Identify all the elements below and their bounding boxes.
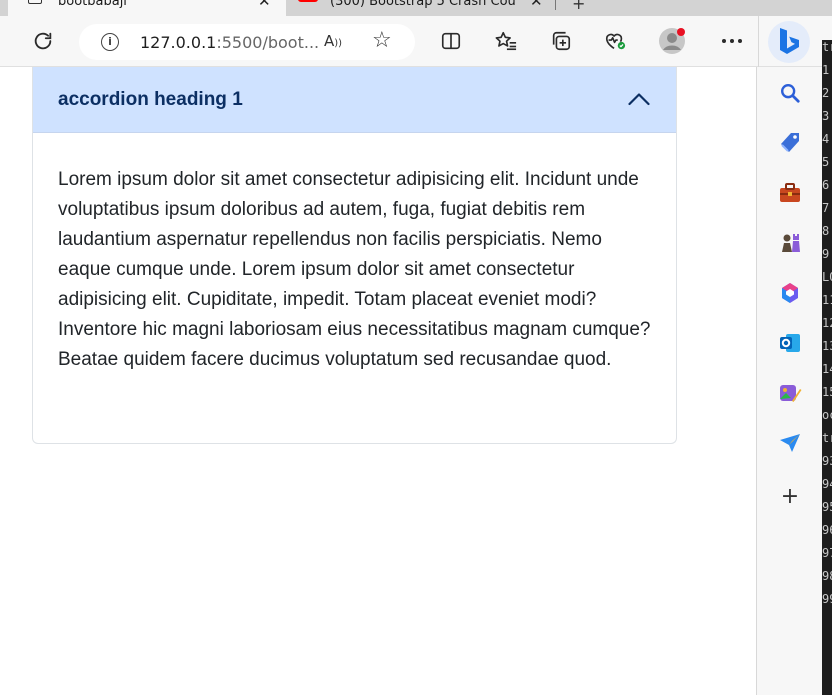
toolbox-icon <box>780 183 800 202</box>
editor-line-fragment: 96 <box>822 523 832 537</box>
refresh-button[interactable] <box>28 26 58 56</box>
browser-toolbar: i 127.0.0.1:5500/boot... A)) ☆ <box>0 16 832 67</box>
editor-line-fragment: 7 <box>822 201 830 215</box>
collections-button[interactable] <box>546 26 576 56</box>
background-editor-strip: tr123456789LO1112131415octr9394959697989… <box>822 40 832 695</box>
tab-bootbabaji[interactable]: bootbabaji ✕ <box>8 0 286 16</box>
favorite-star-icon[interactable]: ☆ <box>372 28 392 53</box>
favorites-button[interactable] <box>491 26 521 56</box>
more-icon <box>722 39 742 43</box>
tab-strip: bootbabaji ✕ (300) Bootstrap 5 Crash Cou… <box>0 0 832 16</box>
sidebar-search-button[interactable] <box>777 80 803 106</box>
send-icon <box>780 434 800 452</box>
accordion-heading: accordion heading 1 <box>58 89 243 110</box>
address-bar[interactable]: i 127.0.0.1:5500/boot... A)) ☆ <box>79 24 415 60</box>
accordion-header-button[interactable]: accordion heading 1 <box>33 67 676 133</box>
sidebar-games-button[interactable] <box>777 230 803 256</box>
editor-line-fragment: 93 <box>822 454 832 468</box>
editor-line-fragment: 97 <box>822 546 832 560</box>
designer-icon <box>780 385 802 402</box>
editor-line-fragment: 4 <box>822 132 830 146</box>
editor-line-fragment: 12 <box>822 316 832 330</box>
editor-line-fragment: 95 <box>822 500 832 514</box>
shopping-tag-icon <box>781 133 799 152</box>
new-tab-button[interactable]: + <box>572 0 585 13</box>
editor-line-fragment: 9 <box>822 247 830 261</box>
edge-sidebar: + <box>756 67 822 695</box>
sidebar-designer-button[interactable] <box>777 380 803 406</box>
games-icon <box>782 234 800 252</box>
toolbar-divider <box>758 16 759 67</box>
editor-line-fragment: 6 <box>822 178 830 192</box>
sidebar-m365-button[interactable] <box>777 280 803 306</box>
editor-line-fragment: 3 <box>822 109 830 123</box>
editor-line-fragment: 15 <box>822 385 832 399</box>
sidebar-shopping-button[interactable] <box>777 130 803 156</box>
browser-essentials-button[interactable] <box>600 26 630 56</box>
close-icon[interactable]: ✕ <box>530 0 543 10</box>
tab-title: (300) Bootstrap 5 Crash Cou <box>330 0 516 9</box>
url-text[interactable]: 127.0.0.1:5500/boot... <box>140 33 319 52</box>
more-options-button[interactable] <box>717 26 747 56</box>
close-icon[interactable]: ✕ <box>258 0 271 10</box>
editor-line-fragment: tr <box>822 431 832 445</box>
tab-youtube[interactable]: (300) Bootstrap 5 Crash Cou ✕ <box>288 0 556 16</box>
editor-line-fragment: 13 <box>822 339 832 353</box>
profile-button[interactable] <box>657 26 687 56</box>
editor-line-fragment: 8 <box>822 224 830 238</box>
collections-icon <box>552 31 571 51</box>
editor-line-fragment: 99 <box>822 592 832 606</box>
editor-line-fragment: 1 <box>822 63 830 77</box>
bing-icon <box>780 28 799 54</box>
editor-line-fragment: 11 <box>822 293 832 307</box>
outlook-icon <box>780 334 800 352</box>
page-icon <box>28 0 42 4</box>
editor-line-fragment: 5 <box>822 155 830 169</box>
bing-chat-button[interactable] <box>768 21 810 63</box>
tab-title: bootbabaji <box>58 0 127 9</box>
editor-line-fragment: 2 <box>822 86 830 100</box>
add-sidebar-item-button[interactable]: + <box>777 483 803 509</box>
editor-line-fragment: 98 <box>822 569 832 583</box>
sidebar-outlook-button[interactable] <box>777 330 803 356</box>
split-screen-button[interactable] <box>436 26 466 56</box>
editor-line-fragment: 14 <box>822 362 832 376</box>
chevron-up-icon <box>628 93 650 106</box>
editor-line-fragment: tr <box>822 40 832 54</box>
editor-line-fragment: 94 <box>822 477 832 491</box>
avatar <box>659 28 685 54</box>
accordion: accordion heading 1 Lorem ipsum dolor si… <box>32 67 677 444</box>
sidebar-drop-button[interactable] <box>777 430 803 456</box>
info-icon[interactable]: i <box>101 33 119 51</box>
favorites-icon <box>495 31 517 51</box>
refresh-icon <box>34 32 52 50</box>
plus-icon: + <box>780 483 800 509</box>
heart-pulse-icon <box>605 33 626 50</box>
editor-line-fragment: LO <box>822 270 832 284</box>
read-aloud-icon[interactable]: A)) <box>324 32 342 50</box>
sidebar-tools-button[interactable] <box>777 180 803 206</box>
split-screen-icon <box>441 32 461 50</box>
divider <box>33 132 676 133</box>
m365-icon <box>782 283 798 303</box>
editor-line-fragment: oc <box>822 408 832 422</box>
tab-separator <box>555 0 556 10</box>
search-icon <box>781 84 800 103</box>
page-viewport: accordion heading 1 Lorem ipsum dolor si… <box>0 67 756 695</box>
youtube-icon <box>298 0 318 2</box>
accordion-body: Lorem ipsum dolor sit amet consectetur a… <box>58 169 651 370</box>
